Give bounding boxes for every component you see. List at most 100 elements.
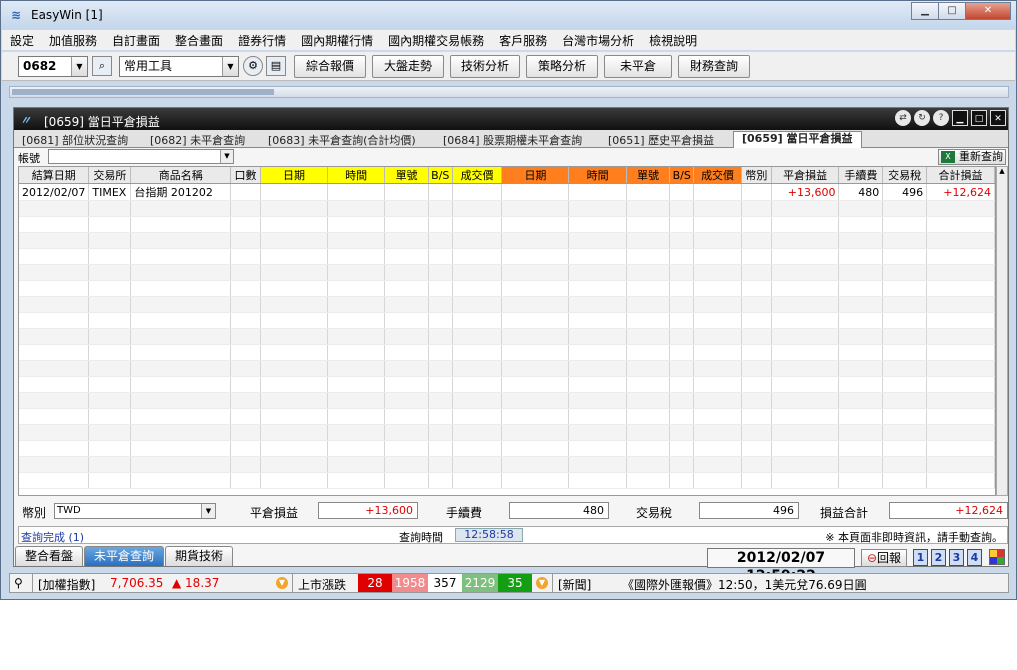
- col-open-time[interactable]: 時間: [327, 167, 386, 184]
- table-row[interactable]: [19, 424, 995, 441]
- table-row[interactable]: [19, 200, 995, 217]
- menu-taiwan-market-analysis[interactable]: 台灣市場分析: [562, 32, 634, 49]
- pin-icon[interactable]: ⚲: [14, 576, 23, 590]
- window-add-icon[interactable]: ▤: [266, 56, 286, 76]
- menu-integrated-screen[interactable]: 整合畫面: [175, 32, 223, 49]
- table-row[interactable]: [19, 264, 995, 281]
- col-product-name[interactable]: 商品名稱: [130, 167, 232, 184]
- table-row[interactable]: [19, 408, 995, 425]
- maximize-button[interactable]: □: [938, 2, 966, 20]
- col-open-order-no[interactable]: 單號: [384, 167, 429, 184]
- chevron-down-icon[interactable]: ▼: [220, 150, 233, 163]
- layout-1-button[interactable]: 1: [913, 549, 928, 566]
- table-row[interactable]: [19, 440, 995, 457]
- table-row[interactable]: [19, 472, 995, 489]
- color-grid-icon[interactable]: [989, 549, 1005, 565]
- col-total-pl[interactable]: 合計損益: [926, 167, 995, 184]
- scroll-up-icon[interactable]: ▲: [997, 167, 1007, 179]
- col-tax[interactable]: 交易稅: [882, 167, 928, 184]
- col-settle-date[interactable]: 結算日期: [19, 167, 90, 184]
- table-row[interactable]: [19, 280, 995, 297]
- col-close-date[interactable]: 日期: [501, 167, 570, 184]
- tab-history-pl[interactable]: [0651] 歷史平倉損益: [608, 132, 714, 148]
- btab-futures-technical[interactable]: 期貨技術: [165, 546, 234, 566]
- layout-3-button[interactable]: 3: [949, 549, 964, 566]
- financial-query-button[interactable]: 財務查詢: [678, 55, 750, 78]
- tool-select[interactable]: 常用工具 ▼: [119, 56, 239, 77]
- table-row[interactable]: [19, 216, 995, 233]
- gear-icon[interactable]: ⚙: [243, 56, 263, 76]
- chevron-down-icon[interactable]: ▼: [222, 57, 238, 76]
- col-close-bs[interactable]: B/S: [669, 167, 695, 184]
- col-open-date[interactable]: 日期: [260, 167, 329, 184]
- tab-open-positions[interactable]: [0682] 未平倉查詢: [150, 132, 245, 148]
- panel-close-button[interactable]: ✕: [990, 110, 1006, 126]
- link-icon[interactable]: ⇄: [895, 110, 911, 126]
- close-button[interactable]: ✕: [965, 2, 1011, 20]
- col-close-order-no[interactable]: 單號: [626, 167, 671, 184]
- strategy-analysis-button[interactable]: 策略分析: [526, 55, 598, 78]
- technical-analysis-button[interactable]: 技術分析: [450, 55, 520, 78]
- col-currency[interactable]: 幣別: [741, 167, 772, 184]
- menu-settings[interactable]: 設定: [10, 32, 34, 49]
- table-row[interactable]: [19, 248, 995, 265]
- col-close-time[interactable]: 時間: [568, 167, 627, 184]
- table-row[interactable]: [19, 392, 995, 409]
- btab-open-positions[interactable]: 未平倉查詢: [84, 546, 165, 566]
- col-close-price[interactable]: 成交價: [693, 167, 742, 184]
- refresh-query-button[interactable]: X 重新查詢: [938, 149, 1006, 165]
- minimize-button[interactable]: ▁: [911, 2, 939, 20]
- layout-2-button[interactable]: 2: [931, 549, 946, 566]
- report-button[interactable]: ⊖回報: [861, 549, 907, 567]
- chevron-down-icon[interactable]: ▼: [71, 57, 87, 76]
- chevron-down-icon[interactable]: ▼: [536, 577, 548, 589]
- table-row[interactable]: [19, 376, 995, 393]
- table-row[interactable]: [19, 456, 995, 473]
- menu-view-help[interactable]: 檢視說明: [649, 32, 697, 49]
- layout-4-button[interactable]: 4: [967, 549, 982, 566]
- panel-minimize-button[interactable]: ▁: [952, 110, 968, 126]
- workspace-scrollbar[interactable]: [9, 86, 1009, 98]
- quote-button[interactable]: 綜合報價: [294, 55, 366, 78]
- refresh-icon[interactable]: ↻: [914, 110, 930, 126]
- table-row[interactable]: [19, 312, 995, 329]
- scrollbar-thumb[interactable]: [12, 89, 274, 95]
- menu-value-added[interactable]: 加值服務: [49, 32, 97, 49]
- open-positions-button[interactable]: 未平倉: [604, 55, 672, 78]
- menu-domestic-futures-quotes[interactable]: 國內期權行情: [301, 32, 373, 49]
- table-row[interactable]: [19, 360, 995, 377]
- function-code-combo[interactable]: 0682 ▼: [18, 56, 88, 77]
- search-icon[interactable]: ⌕: [92, 56, 112, 76]
- market-trend-button[interactable]: 大盤走勢: [372, 55, 444, 78]
- table-row[interactable]: [19, 232, 995, 249]
- tab-position-status[interactable]: [0681] 部位狀況查詢: [22, 132, 128, 148]
- tab-stock-options-open[interactable]: [0684] 股票期權未平倉查詢: [443, 132, 582, 148]
- tab-open-positions-avg[interactable]: [0683] 未平倉查詢(合計均價): [268, 132, 416, 148]
- menu-custom-screen[interactable]: 自訂畫面: [112, 32, 160, 49]
- col-lots[interactable]: 口數: [230, 167, 261, 184]
- help-icon[interactable]: ?: [933, 110, 949, 126]
- chevron-down-icon[interactable]: ▼: [276, 577, 288, 589]
- col-open-price[interactable]: 成交價: [452, 167, 503, 184]
- col-fee[interactable]: 手續費: [838, 167, 884, 184]
- table-row[interactable]: [19, 296, 995, 313]
- table-row[interactable]: [19, 344, 995, 361]
- col-exchange[interactable]: 交易所: [88, 167, 132, 184]
- menu-securities-quotes[interactable]: 證券行情: [238, 32, 286, 49]
- chevron-down-icon[interactable]: ▼: [201, 504, 215, 518]
- grid-scrollbar[interactable]: ▲: [996, 166, 1008, 496]
- col-open-bs[interactable]: B/S: [428, 167, 453, 184]
- news-headline[interactable]: 《國際外匯報價》12:50，1美元兌76.69日圓: [622, 576, 867, 593]
- cell-close-bs: [669, 456, 695, 473]
- excel-icon[interactable]: X: [941, 151, 955, 163]
- account-select[interactable]: ▼: [48, 149, 234, 164]
- menu-customer-service[interactable]: 客戶服務: [499, 32, 547, 49]
- col-close-pl[interactable]: 平倉損益: [771, 167, 840, 184]
- table-row[interactable]: 2012/02/07 TIMEX 台指期 201202 +13,600 480 496 +1…: [19, 183, 995, 201]
- table-row[interactable]: [19, 328, 995, 345]
- tab-daily-pl[interactable]: [0659] 當日平倉損益: [733, 131, 862, 148]
- btab-integrated-view[interactable]: 整合看盤: [15, 546, 84, 566]
- menu-domestic-futures-accounts[interactable]: 國內期權交易帳務: [388, 32, 484, 49]
- panel-maximize-button[interactable]: □: [971, 110, 987, 126]
- currency-select[interactable]: TWD ▼: [54, 503, 216, 519]
